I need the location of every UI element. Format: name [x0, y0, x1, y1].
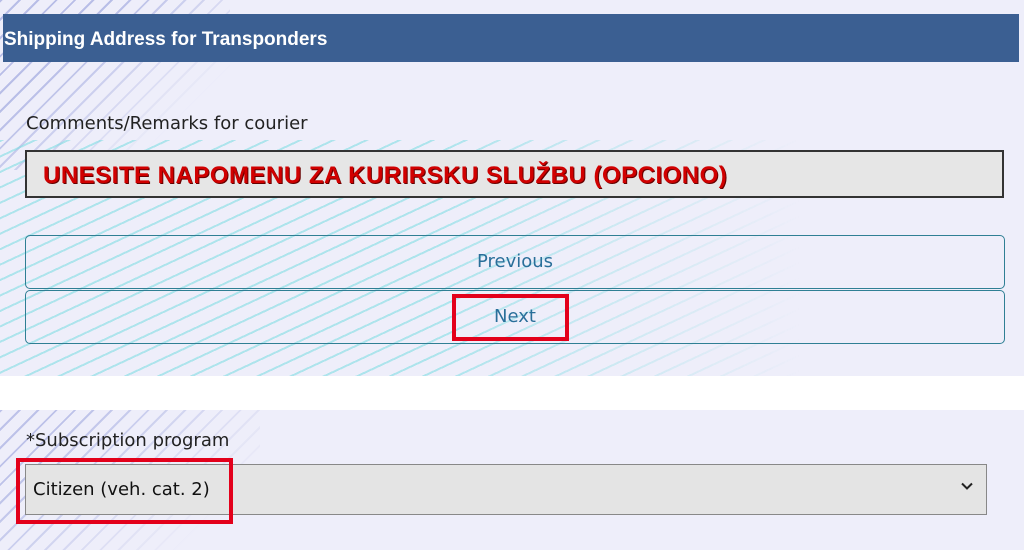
comments-input[interactable]: UNESITE NAPOMENU ZA KURIRSKU SLUŽBU (OPC… [25, 150, 1004, 198]
next-button-highlight [452, 294, 569, 341]
section-header: Shipping Address for Transponders [3, 14, 1019, 62]
subscription-select-highlight [16, 458, 233, 524]
previous-button[interactable]: Previous [25, 235, 1005, 289]
subscription-label: *Subscription program [26, 430, 230, 451]
comments-input-value: UNESITE NAPOMENU ZA KURIRSKU SLUŽBU (OPC… [43, 162, 728, 189]
comments-label: Comments/Remarks for courier [26, 113, 308, 134]
section-divider [0, 376, 1024, 410]
chevron-down-icon [961, 482, 973, 490]
